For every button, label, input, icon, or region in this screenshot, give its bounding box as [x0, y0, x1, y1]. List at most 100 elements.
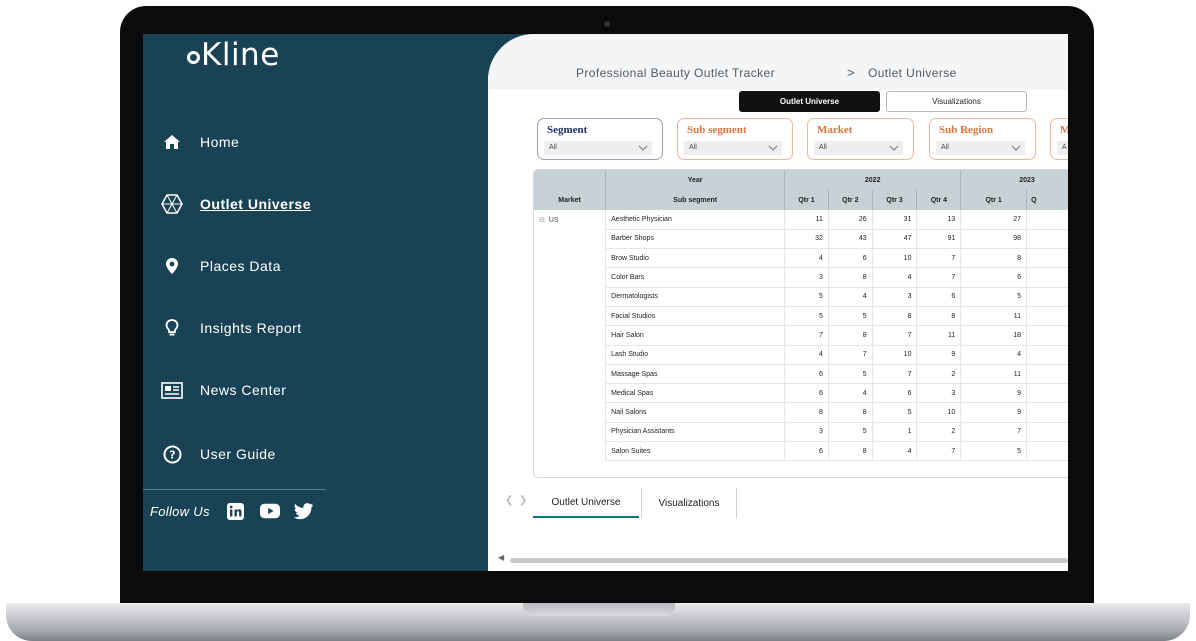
market-slicer[interactable]: Market All	[807, 118, 914, 160]
sidebar-item-user-guide[interactable]: ? User Guide	[161, 439, 276, 469]
value-cell	[1026, 267, 1068, 288]
table-row[interactable]: Brow Studio 4 6 10 7 8	[534, 248, 1068, 269]
table-row[interactable]: Dermatologists 5 4 3 6 5	[534, 287, 1068, 307]
value-cell: 3	[784, 267, 829, 288]
header-year-2022[interactable]: 2022	[784, 170, 962, 190]
slicer-title: M	[1060, 124, 1068, 136]
value-cell: 27	[960, 210, 1028, 230]
header-quarter[interactable]: Qtr 3	[872, 190, 918, 210]
outlet-table: Year 2022 2023 Market Sub segment Qtr 1 …	[534, 170, 1068, 462]
table-row[interactable]: Facial Studios 5 5 8 8 11	[534, 306, 1068, 327]
value-cell: 4	[784, 345, 829, 365]
sub-region-slicer[interactable]: Sub Region All	[929, 118, 1036, 160]
table-row[interactable]: Hair Salon 7 8 7 11 18	[534, 325, 1068, 346]
sidebar-item-label: User Guide	[200, 446, 276, 462]
tab-next-arrow-icon[interactable]: ❯	[519, 495, 527, 506]
linkedin-icon[interactable]	[226, 502, 246, 520]
subsegment-cell: Facial Studios	[605, 306, 786, 327]
horizontal-scrollbar[interactable]: ◀	[498, 553, 1068, 564]
sidebar-item-insights-report[interactable]: Insights Report	[161, 313, 302, 343]
header-subsegment[interactable]: Sub segment	[605, 190, 786, 210]
value-cell: 8	[784, 402, 829, 423]
header-quarter[interactable]: Q	[1026, 190, 1068, 210]
slicer-value: All	[941, 144, 949, 151]
value-cell: 13	[916, 210, 962, 230]
value-cell: 10	[872, 345, 918, 365]
table-row[interactable]: Medical Spas 6 4 6 3 9	[534, 383, 1068, 404]
value-cell	[1026, 248, 1068, 269]
visualizations-toggle[interactable]: Visualizations	[886, 91, 1027, 112]
header-quarter[interactable]: Qtr 2	[828, 190, 873, 210]
map-pin-icon	[161, 255, 183, 277]
subsegment-cell: Barber Shops	[605, 229, 786, 250]
scroll-left-arrow-icon[interactable]: ◀	[498, 553, 504, 562]
segment-slicer[interactable]: Segment All	[537, 118, 663, 160]
value-cell: 5	[960, 441, 1028, 462]
table-row[interactable]: ⊟ US Aesthetic Physician 11 26 31 13 27	[534, 210, 1068, 461]
sidebar: Kline Home Outlet Universe Places Data I…	[143, 34, 513, 571]
value-cell	[1026, 325, 1068, 346]
sidebar-item-home[interactable]: Home	[161, 127, 239, 157]
sidebar-item-label: Home	[200, 134, 240, 150]
table-row[interactable]: Barber Shops 32 43 47 91 98	[534, 229, 1068, 250]
youtube-icon[interactable]	[259, 502, 280, 520]
market-dropdown[interactable]: All	[814, 141, 903, 155]
value-cell: 5	[828, 364, 873, 385]
tab-visualizations[interactable]: Visualizations	[641, 488, 737, 518]
value-cell: 10	[916, 402, 962, 423]
value-cell: 11	[960, 306, 1028, 327]
outlet-matrix[interactable]: Year 2022 2023 Market Sub segment Qtr 1 …	[533, 169, 1068, 478]
expand-collapse-icon[interactable]: ⊟	[539, 217, 545, 224]
partial-slicer[interactable]: M A	[1050, 118, 1068, 160]
sidebar-item-places-data[interactable]: Places Data	[161, 251, 281, 281]
tab-outlet-universe[interactable]: Outlet Universe	[533, 488, 639, 518]
value-cell: 98	[960, 229, 1028, 250]
svg-text:?: ?	[169, 448, 175, 461]
header-quarter[interactable]: Qtr 1	[960, 190, 1028, 210]
header-quarter[interactable]: Qtr 4	[916, 190, 962, 210]
header-quarter[interactable]: Qtr 1	[784, 190, 829, 210]
table-row[interactable]: Color Bars 3 8 4 7 6	[534, 267, 1068, 288]
subsegment-cell: Physician Assistants	[605, 422, 786, 443]
table-row[interactable]: Physician Assistants 3 5 1 2 7	[534, 422, 1068, 443]
header-market[interactable]: Market	[534, 190, 607, 210]
header-year-label[interactable]: Year	[605, 170, 786, 190]
segment-dropdown[interactable]: All	[544, 141, 652, 155]
value-cell	[1026, 210, 1068, 230]
value-cell: 7	[784, 325, 829, 346]
value-cell: 11	[784, 210, 829, 230]
twitter-icon[interactable]	[293, 502, 314, 520]
value-cell: 4	[872, 267, 918, 288]
header-year-2023[interactable]: 2023	[960, 170, 1068, 190]
sidebar-item-news-center[interactable]: News Center	[161, 375, 286, 405]
market-cell[interactable]: ⊟ US	[534, 210, 607, 461]
sub-segment-slicer[interactable]: Sub segment All	[677, 118, 793, 160]
breadcrumb-root[interactable]: Professional Beauty Outlet Tracker	[576, 66, 775, 80]
value-cell: 8	[872, 306, 918, 327]
value-cell: 7	[960, 422, 1028, 443]
value-cell: 26	[828, 210, 873, 230]
value-cell: 5	[784, 287, 829, 307]
table-row[interactable]: Lash Studio 4 7 10 9 4	[534, 345, 1068, 365]
value-cell: 32	[784, 229, 829, 250]
table-row[interactable]: Nail Salons 8 8 5 10 9	[534, 402, 1068, 423]
table-row[interactable]: Salon Suites 6 8 4 7 5	[534, 441, 1068, 462]
value-cell: 47	[872, 229, 918, 250]
value-cell	[1026, 383, 1068, 404]
sub-segment-dropdown[interactable]: All	[684, 141, 782, 155]
sidebar-item-outlet-universe[interactable]: Outlet Universe	[161, 189, 311, 219]
table-row[interactable]: Massage Spas 6 5 7 2 11	[534, 364, 1068, 385]
tab-prev-arrow-icon[interactable]: ❮	[505, 495, 513, 506]
value-cell	[1026, 364, 1068, 385]
partial-dropdown[interactable]: A	[1057, 141, 1068, 155]
outlet-universe-toggle[interactable]: Outlet Universe	[739, 91, 880, 112]
value-cell: 8	[828, 402, 873, 423]
report-canvas: Professional Beauty Outlet Tracker > Out…	[488, 34, 1068, 571]
sidebar-item-label: News Center	[200, 382, 287, 398]
subsegment-cell: Dermatologists	[605, 287, 786, 307]
sub-region-dropdown[interactable]: All	[936, 141, 1025, 155]
follow-us-label: Follow Us	[150, 503, 210, 519]
chevron-down-icon	[768, 145, 778, 151]
value-cell: 43	[828, 229, 873, 250]
scrollbar-thumb[interactable]	[510, 558, 1068, 563]
